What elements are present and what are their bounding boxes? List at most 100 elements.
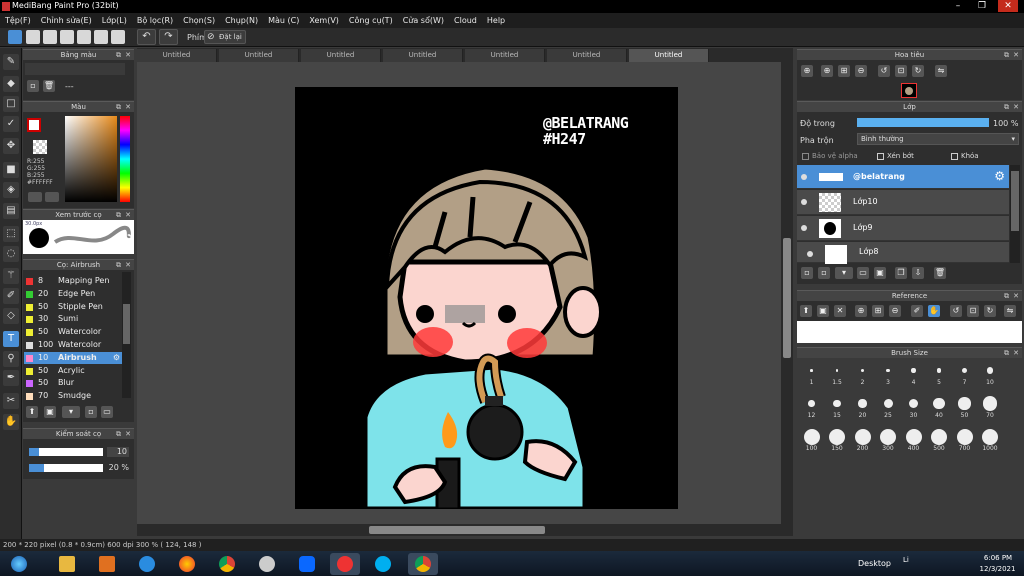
brush-item[interactable]: 50 Stipple Pen [24, 301, 122, 313]
close-button[interactable]: ✕ [998, 0, 1018, 12]
brush-item[interactable]: 50 Blur [24, 377, 122, 389]
chrome-icon[interactable] [212, 553, 242, 575]
brush-size-preset[interactable]: 1 [799, 360, 824, 391]
brush-size-preset[interactable]: 7 [952, 360, 977, 391]
opacity-slider[interactable] [29, 464, 103, 472]
brush-scrollbar[interactable] [122, 272, 131, 398]
brush-size-preset[interactable]: 300 [876, 426, 901, 457]
layer-row-lop9[interactable]: Lớp9 [797, 216, 1009, 241]
brush-item[interactable]: 50 Acrylic [24, 365, 122, 377]
duplicate-icon[interactable]: ❐ [895, 267, 907, 279]
background-color-swatch[interactable] [33, 140, 47, 154]
brush-size-preset[interactable]: 1.5 [825, 360, 850, 391]
saturation-value-picker[interactable] [65, 116, 117, 202]
layer-row-belatrang[interactable]: @belatrang ⚙ [797, 165, 1009, 189]
check-tool-icon[interactable]: ✓ [3, 116, 19, 132]
gear-icon[interactable]: ⚙ [113, 352, 120, 364]
knife-tool-icon[interactable]: ✂ [3, 393, 19, 409]
menu-window[interactable]: Cửa sổ(W) [398, 13, 449, 28]
brush-folder-icon[interactable]: ▣ [44, 406, 56, 418]
eraser-tool-icon[interactable]: ◆ [3, 76, 19, 92]
brush-group-icon[interactable]: ▭ [101, 406, 113, 418]
menu-layer[interactable]: Lớp(L) [97, 13, 132, 28]
chrome-window-icon[interactable] [408, 553, 438, 575]
rectangle-tool-icon[interactable]: □ [3, 96, 19, 112]
magic-wand-tool-icon[interactable]: ⚚ [3, 268, 19, 284]
eyedropper-tool-icon[interactable]: ⚲ [3, 351, 19, 367]
color-mode-icon[interactable] [28, 192, 42, 202]
zoom-in-icon[interactable]: ⊕ [801, 65, 813, 77]
brush-size-preset[interactable]: 40 [927, 393, 952, 424]
zalo-icon[interactable] [292, 553, 322, 575]
desktop-toolbar[interactable]: Desktop [858, 559, 891, 568]
clock-date[interactable]: 12/3/2021 [975, 565, 1020, 573]
layer-row-lop10[interactable]: Lớp10 [797, 190, 1009, 215]
brush-item[interactable]: 10 Airbrush ⚙ [24, 351, 122, 364]
reference-flip-icon[interactable]: ⇋ [1004, 305, 1016, 317]
zoom-in-small-icon[interactable]: ⊕ [821, 65, 833, 77]
start-button[interactable] [4, 553, 34, 575]
eye-icon[interactable] [801, 225, 807, 231]
hue-slider[interactable] [120, 116, 130, 202]
brush-size-preset[interactable]: 5 [927, 360, 952, 391]
brush-size-preset[interactable]: 2 [850, 360, 875, 391]
reference-eyedropper-icon[interactable]: ✐ [911, 305, 923, 317]
layer-type-icon[interactable]: ▾ [835, 267, 853, 279]
reference-hand-icon[interactable]: ✋ [928, 305, 940, 317]
brush-size-preset[interactable]: 150 [825, 426, 850, 457]
menu-file[interactable]: Tệp(F) [0, 13, 36, 28]
menu-edit[interactable]: Chỉnh sửa(E) [36, 13, 97, 28]
grid-icon[interactable] [94, 30, 108, 44]
fit-window-icon[interactable]: ⊡ [895, 65, 907, 77]
reference-zoom-in-icon[interactable]: ⊕ [855, 305, 867, 317]
gear-icon[interactable]: ⚙ [994, 169, 1005, 183]
select-eraser-tool-icon[interactable]: ◇ [3, 308, 19, 324]
brush-size-preset[interactable]: 400 [901, 426, 926, 457]
brush-item[interactable]: 70 Smudge [24, 390, 122, 402]
menu-color[interactable]: Màu (C) [263, 13, 304, 28]
reset-button[interactable]: ⊘ Đặt lại [204, 30, 246, 44]
brush-size-preset[interactable]: 25 [876, 393, 901, 424]
reference-view[interactable] [797, 321, 1022, 343]
select-pen-tool-icon[interactable]: ✐ [3, 288, 19, 304]
brush-add-icon[interactable]: ⬆ [26, 406, 38, 418]
new-layer-icon[interactable]: ▫ [801, 267, 813, 279]
eyedropper-icon[interactable] [45, 192, 59, 202]
document-icon[interactable] [60, 30, 74, 44]
drawing-canvas[interactable]: @BELATRANG #H247 [295, 87, 678, 509]
tab-untitled-2[interactable]: Untitled [219, 49, 299, 62]
vertical-scrollbar[interactable] [781, 62, 793, 536]
brush-size-preset[interactable]: 50 [952, 393, 977, 424]
menu-select[interactable]: Chọn(S) [178, 13, 220, 28]
brush-size-preset[interactable]: 4 [901, 360, 926, 391]
brush-size-preset[interactable]: 500 [927, 426, 952, 457]
fill-rect-tool-icon[interactable]: ■ [3, 162, 19, 178]
menu-cloud[interactable]: Cloud [449, 13, 482, 28]
brush-size-preset[interactable]: 10 [978, 360, 1003, 391]
lock-checkbox[interactable] [951, 153, 958, 160]
undo-button[interactable]: ↶ [137, 29, 156, 45]
brush-size-preset[interactable]: 12 [799, 393, 824, 424]
brush-copy-icon[interactable]: ▫ [85, 406, 97, 418]
brush-item[interactable]: 8 Mapping Pen [24, 275, 122, 287]
size-slider[interactable] [29, 448, 103, 456]
tab-untitled-1[interactable]: Untitled [137, 49, 217, 62]
menu-view[interactable]: Xem(V) [304, 13, 344, 28]
share-icon[interactable] [26, 30, 40, 44]
open-reference-icon[interactable]: ⬆ [800, 305, 812, 317]
tab-untitled-6[interactable]: Untitled [547, 49, 627, 62]
file-explorer-icon[interactable] [52, 553, 82, 575]
tab-untitled-4[interactable]: Untitled [383, 49, 463, 62]
clock-time[interactable]: 6:06 PM [978, 554, 1018, 562]
brush-item[interactable]: 20 Edge Pen [24, 288, 122, 300]
reference-rotate-left-icon[interactable]: ↺ [950, 305, 962, 317]
eye-icon[interactable] [801, 199, 807, 205]
reference-zoom-out-icon[interactable]: ⊖ [889, 305, 901, 317]
eye-icon[interactable] [801, 174, 807, 180]
horizontal-scrollbar[interactable] [137, 524, 782, 536]
layer-scrollbar[interactable] [1010, 165, 1020, 263]
folder-icon[interactable]: ▣ [874, 267, 886, 279]
new-layer-alt-icon[interactable]: ▫ [818, 267, 830, 279]
palette-select[interactable] [25, 63, 125, 75]
navigator-thumbnail[interactable] [901, 83, 917, 98]
